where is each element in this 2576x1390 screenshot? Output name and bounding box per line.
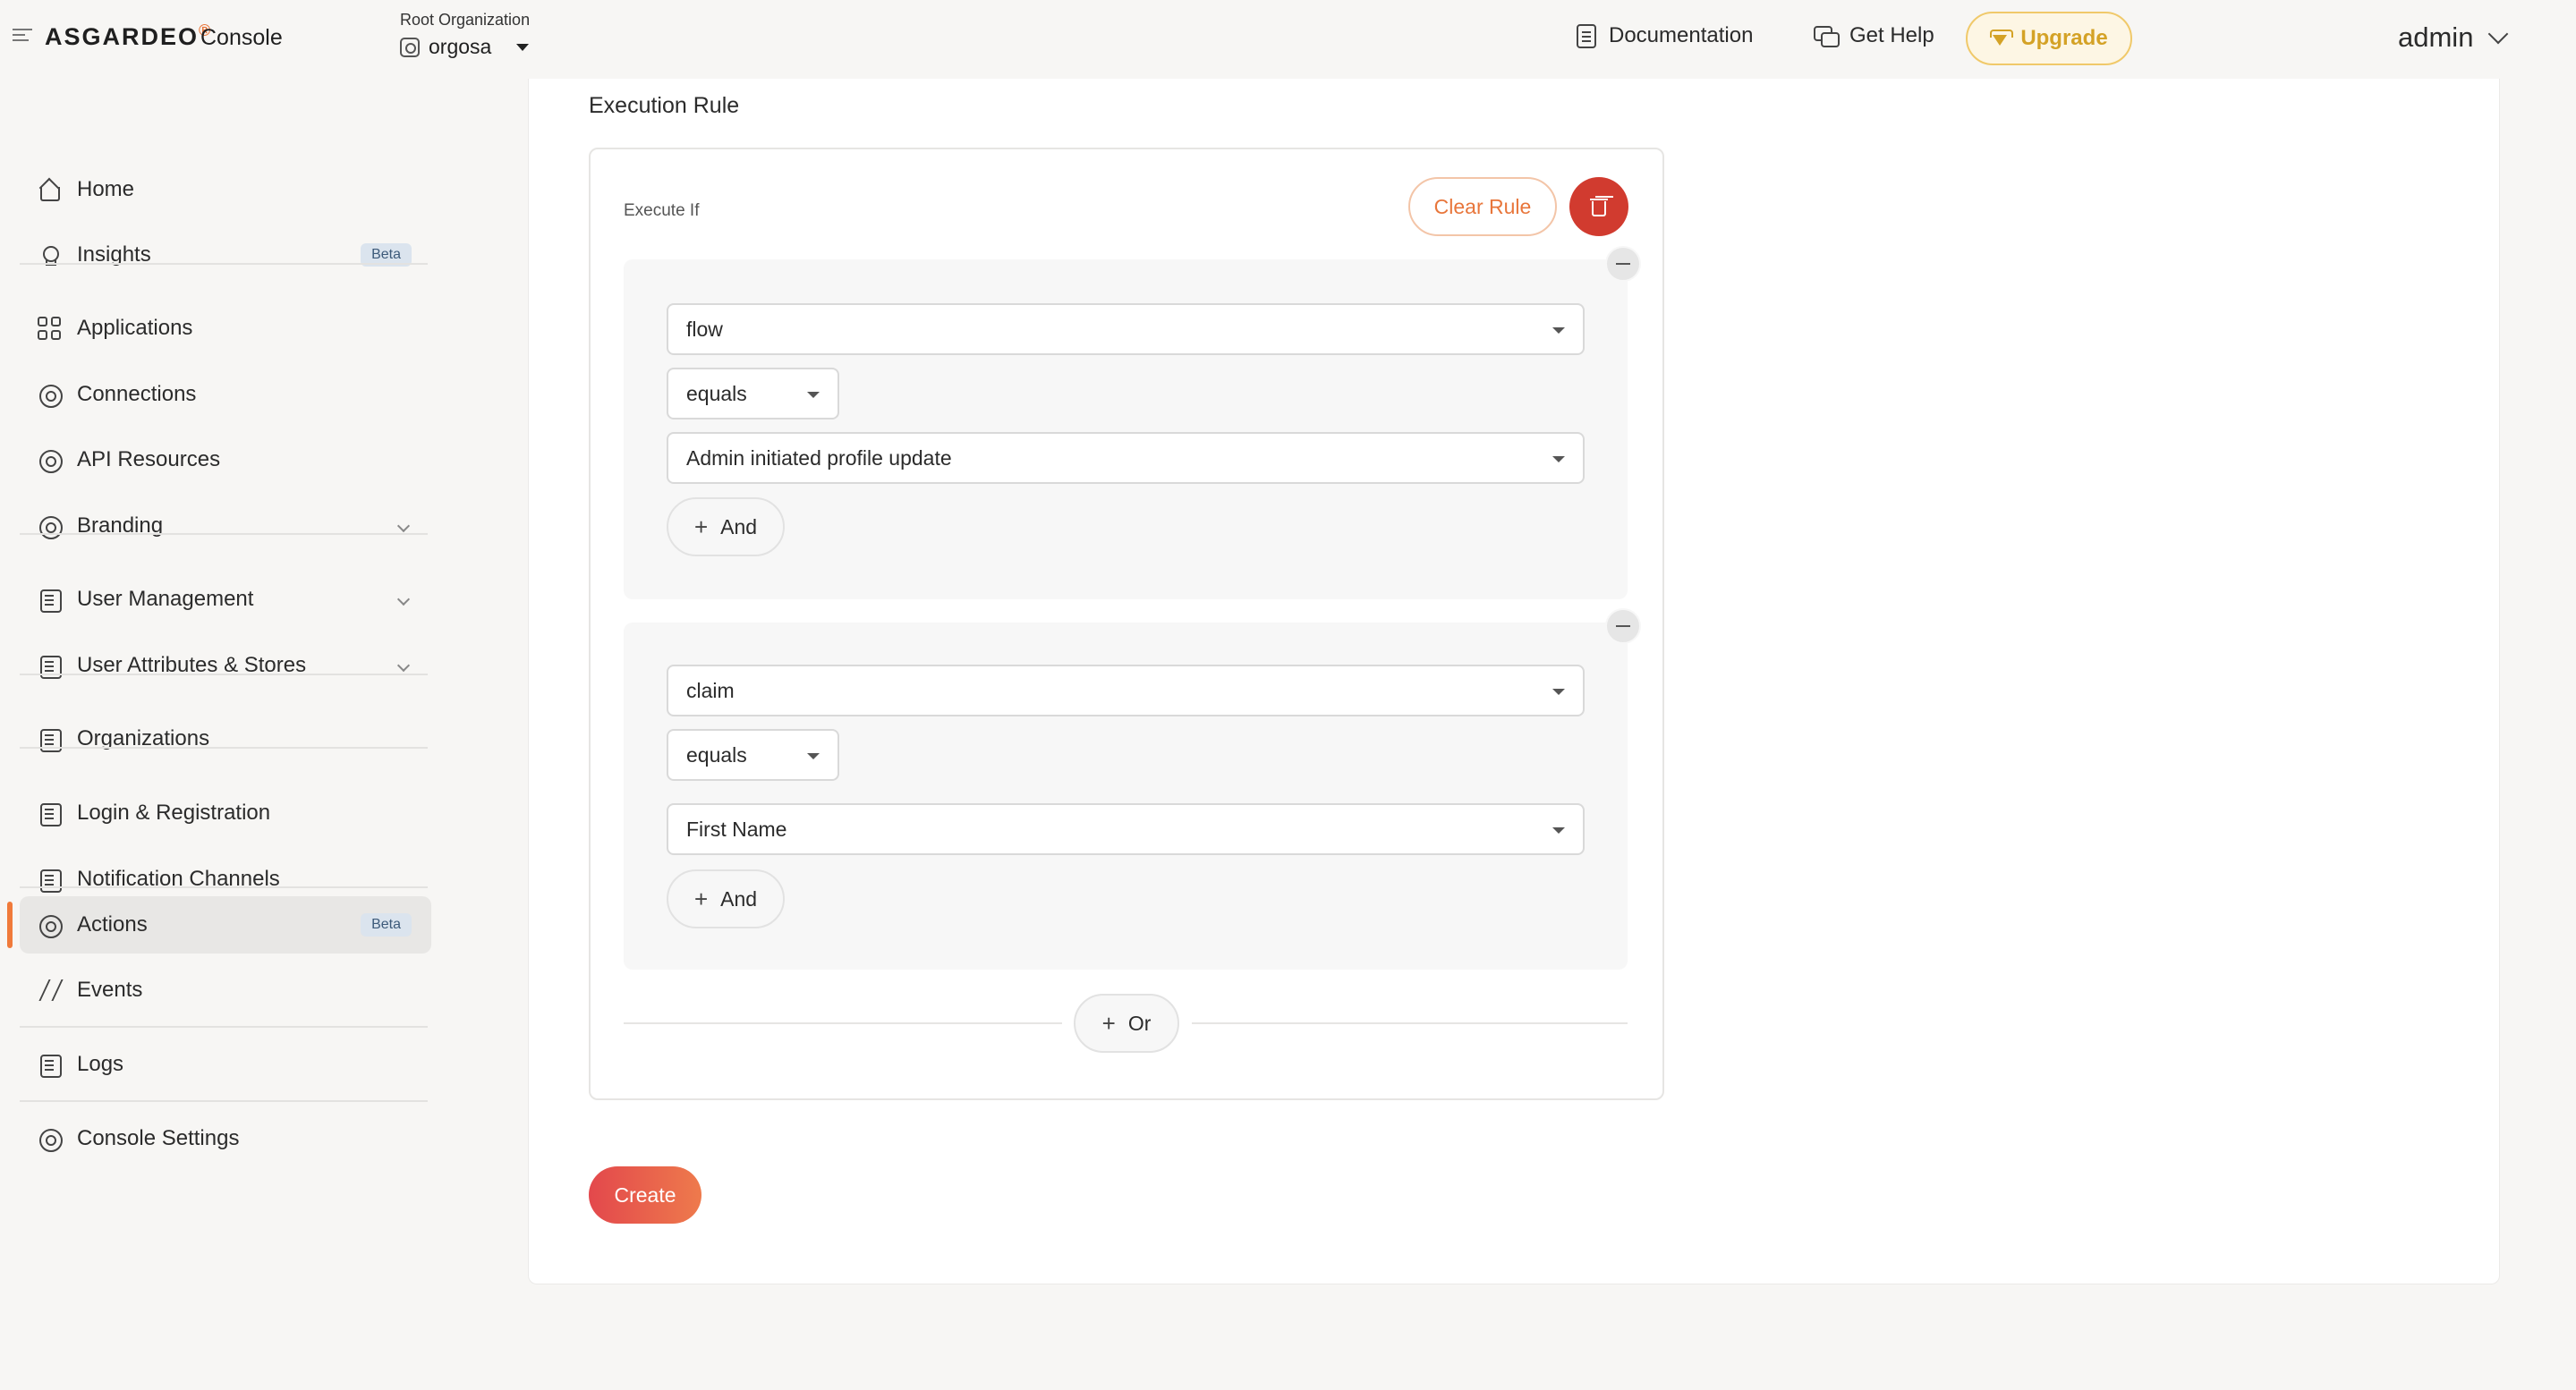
remove-group-button[interactable] (1605, 608, 1641, 644)
document-icon (1577, 23, 1596, 48)
org-switcher[interactable]: Root Organization orgosa (400, 11, 530, 59)
org-caption: Root Organization (400, 11, 531, 29)
org-select[interactable]: orgosa (400, 35, 530, 59)
gear-icon (38, 1127, 63, 1152)
connections-icon (38, 383, 63, 408)
execute-if-label: Execute If (624, 201, 700, 220)
get-help-link[interactable]: Get Help (1814, 23, 1934, 48)
remove-group-button[interactable] (1605, 246, 1641, 282)
plus-icon: + (693, 513, 709, 540)
or-divider (1192, 1022, 1628, 1024)
console-label: Console (200, 25, 283, 50)
or-divider (624, 1022, 1062, 1024)
chevron-down-icon (2488, 23, 2509, 45)
caret-down-icon (1552, 689, 1565, 695)
user-menu[interactable]: admin (2398, 21, 2509, 54)
bolt-icon (38, 979, 61, 1002)
upgrade-button[interactable]: Upgrade (1966, 12, 2132, 65)
add-and-condition-button[interactable]: + And (667, 497, 785, 556)
sidebar-item-api-resources[interactable]: API Resources (20, 431, 431, 488)
applications-icon (38, 317, 61, 340)
section-title: Execution Rule (589, 93, 740, 118)
value-select[interactable]: First Name (667, 803, 1585, 855)
plus-icon: + (693, 885, 709, 912)
sidebar-item-branding[interactable]: Branding (20, 497, 431, 555)
sidebar-item-applications[interactable]: Applications (20, 300, 431, 357)
actions-icon (38, 913, 63, 938)
api-icon (38, 448, 63, 473)
asgardeo-logo[interactable]: ASGARDEO® (45, 21, 212, 51)
menu-icon[interactable] (13, 25, 32, 45)
sidebar-item-actions[interactable]: Actions Beta (7, 896, 431, 954)
home-icon (38, 178, 61, 201)
create-button[interactable]: Create (589, 1166, 701, 1224)
delete-rule-button[interactable] (1569, 177, 1628, 236)
chevron-down-icon (516, 43, 530, 51)
top-header: ASGARDEO® Console Root Organization orgo… (0, 0, 2576, 79)
sidebar: Home Insights Beta Applications Connecti… (0, 79, 449, 1390)
app-root: ASGARDEO® Console Root Organization orgo… (0, 0, 2576, 1390)
sidebar-item-login-registration[interactable]: Login & Registration (20, 784, 431, 842)
sidebar-item-organizations[interactable]: Organizations (20, 710, 431, 767)
chevron-down-icon (396, 658, 411, 673)
field-select[interactable]: claim (667, 665, 1585, 716)
sidebar-item-user-management[interactable]: User Management (20, 571, 431, 628)
diamond-icon (1990, 30, 2014, 47)
sidebar-item-insights[interactable]: Insights Beta (20, 226, 431, 284)
chevron-down-icon (396, 519, 411, 533)
plus-icon: + (1101, 1009, 1116, 1037)
chat-icon (1814, 26, 1840, 47)
caret-down-icon (1552, 827, 1565, 834)
caret-down-icon (1552, 456, 1565, 462)
sidebar-divider (20, 1026, 428, 1028)
clear-rule-button[interactable]: Clear Rule (1408, 177, 1557, 236)
add-and-condition-button[interactable]: + And (667, 869, 785, 928)
sidebar-divider (20, 1100, 428, 1102)
sidebar-divider (20, 263, 428, 265)
trash-icon (1590, 197, 1608, 216)
sidebar-item-connections[interactable]: Connections (20, 366, 431, 423)
user-icon (38, 588, 62, 613)
organization-icon (400, 37, 420, 57)
operator-select[interactable]: equals (667, 368, 839, 420)
beta-badge: Beta (361, 913, 412, 937)
sidebar-item-logs[interactable]: Logs (20, 1036, 431, 1093)
caret-down-icon (1552, 327, 1565, 334)
user-name: admin (2398, 21, 2474, 53)
caret-down-icon (807, 753, 820, 759)
caret-down-icon (807, 392, 820, 398)
sidebar-divider (20, 747, 428, 749)
sidebar-divider (20, 674, 428, 675)
value-select[interactable]: Admin initiated profile update (667, 432, 1585, 484)
org-name: orgosa (429, 35, 492, 58)
login-icon (38, 801, 62, 826)
sidebar-divider (20, 533, 428, 535)
sidebar-item-user-attributes[interactable]: User Attributes & Stores (20, 637, 431, 694)
sidebar-divider (20, 886, 428, 888)
sidebar-item-events[interactable]: Events (20, 962, 431, 1019)
logs-icon (38, 1053, 62, 1078)
field-select[interactable]: flow (667, 303, 1585, 355)
documentation-link[interactable]: Documentation (1577, 23, 1753, 48)
sidebar-item-home[interactable]: Home (20, 161, 431, 218)
add-or-condition-button[interactable]: + Or (1074, 994, 1179, 1053)
sidebar-item-console-settings[interactable]: Console Settings (20, 1110, 431, 1167)
operator-select[interactable]: equals (667, 729, 839, 781)
chevron-down-icon (396, 592, 411, 606)
